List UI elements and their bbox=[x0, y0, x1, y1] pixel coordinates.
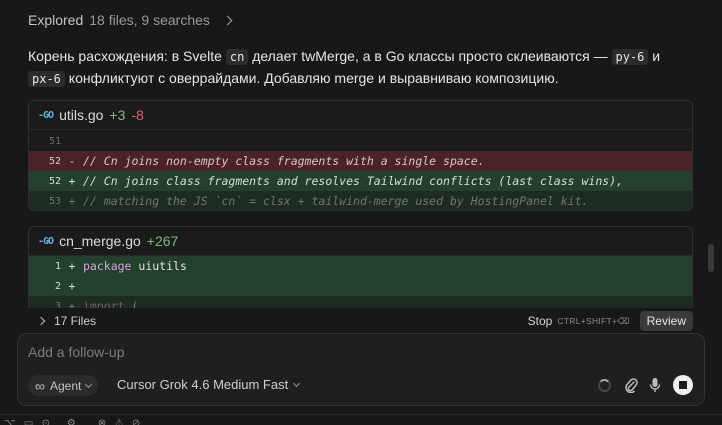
chevron-down-icon bbox=[293, 379, 301, 387]
message-text-2: делает twMerge, а в Go классы просто скл… bbox=[252, 48, 608, 64]
diff-filename: utils.go bbox=[59, 107, 104, 123]
message-text-3: и bbox=[652, 48, 661, 64]
line-number: 1 bbox=[54, 260, 61, 272]
diff-sign: + bbox=[68, 194, 76, 208]
line-number: 51 bbox=[48, 135, 61, 147]
stop-generation-button[interactable] bbox=[673, 375, 693, 395]
code-text: ( bbox=[131, 299, 139, 308]
code-text: // Cn joins class fragments and resolves… bbox=[83, 174, 624, 188]
changed-files-bar: 17 Files Stop CTRL+SHIFT+⌫ Review bbox=[28, 311, 693, 331]
diff-line-added: 52 + // Cn joins class fragments and res… bbox=[29, 171, 692, 191]
diff-line-added: 1 + package uiutils bbox=[29, 256, 692, 276]
inline-code-cn: cn bbox=[225, 49, 249, 65]
stop-label: Stop bbox=[527, 314, 553, 328]
code-text: // Cn joins non-empty class fragments wi… bbox=[83, 154, 485, 168]
diff-sign: - bbox=[68, 154, 76, 168]
line-number: 53 bbox=[48, 195, 61, 207]
agent-mode-selector[interactable]: ∞ Agent bbox=[28, 375, 99, 396]
inline-code-px6: px-6 bbox=[28, 71, 65, 87]
message-text-4: конфликтуют с оверрайдами. Добавляю merg… bbox=[68, 70, 559, 86]
microphone-icon[interactable] bbox=[645, 375, 665, 395]
message-text-1: Корень расхождения: в Svelte bbox=[28, 48, 222, 64]
diff-filename: cn_merge.go bbox=[59, 233, 141, 249]
status-bar-clipped: ⌥ ▭ ⊙ ⚙ ⊗ ⚠ ⊘ bbox=[4, 418, 141, 425]
diff-added-count: +267 bbox=[146, 233, 179, 249]
line-number: 3 bbox=[54, 300, 61, 309]
diff-line-removed: 52 - // Cn joins non-empty class fragmen… bbox=[29, 151, 692, 171]
diff-line-added: 2 + bbox=[29, 276, 692, 296]
diff-removed-count: -8 bbox=[131, 107, 144, 123]
stop-square-icon bbox=[679, 381, 687, 389]
model-selector[interactable]: Cursor Grok 4.6 Medium Fast bbox=[117, 377, 301, 392]
scrollbar-thumb[interactable] bbox=[708, 244, 714, 272]
follow-up-input[interactable]: Add a follow-up bbox=[28, 344, 125, 360]
diff-line-added: 3 + import ( bbox=[29, 296, 692, 308]
diff-line: 51 bbox=[29, 131, 692, 151]
composer[interactable]: Add a follow-up ∞ Agent Cursor Grok 4.6 … bbox=[17, 333, 705, 406]
files-count[interactable]: 17 Files bbox=[54, 314, 96, 328]
line-number: 52 bbox=[48, 175, 61, 187]
explored-summary[interactable]: Explored 18 files, 9 searches bbox=[28, 12, 233, 28]
stop-shortcut: CTRL+SHIFT+⌫ bbox=[557, 315, 630, 326]
infinity-icon: ∞ bbox=[35, 377, 45, 394]
diff-sign: + bbox=[68, 299, 76, 308]
code-text: uiutils bbox=[138, 259, 187, 273]
diff-sign: + bbox=[68, 259, 76, 273]
code-keyword: package bbox=[83, 259, 132, 273]
diff-sign: + bbox=[68, 174, 76, 188]
chevron-down-icon bbox=[85, 380, 93, 388]
chevron-right-icon bbox=[222, 15, 233, 25]
chevron-right-icon[interactable] bbox=[36, 316, 46, 326]
diff-added-count: +3 bbox=[109, 107, 126, 123]
diff-sign: + bbox=[68, 279, 76, 293]
line-number: 52 bbox=[48, 155, 61, 167]
explored-detail: 18 files, 9 searches bbox=[89, 12, 210, 28]
go-file-icon: -GO bbox=[38, 109, 54, 121]
line-number: 2 bbox=[54, 280, 61, 292]
code-text: // matching the JS `cn` = clsx + tailwin… bbox=[83, 194, 589, 208]
diff-line-added: 53 + // matching the JS `cn` = clsx + ta… bbox=[29, 191, 692, 210]
loading-spinner-icon bbox=[598, 379, 611, 392]
diff-card-utils[interactable]: -GO utils.go +3 -8 51 52 - // Cn joins n… bbox=[28, 100, 693, 211]
go-file-icon: -GO bbox=[38, 235, 54, 247]
diff-header[interactable]: -GO cn_merge.go +267 bbox=[29, 227, 692, 256]
stop-button[interactable]: Stop CTRL+SHIFT+⌫ bbox=[528, 314, 630, 328]
inline-code-py6: py-6 bbox=[611, 49, 649, 65]
model-label: Cursor Grok 4.6 Medium Fast bbox=[117, 377, 289, 392]
code-keyword: import bbox=[83, 299, 125, 308]
assistant-message: Корень расхождения: в Svelte cn делает t… bbox=[28, 46, 688, 90]
attach-icon[interactable] bbox=[621, 375, 641, 395]
review-button[interactable]: Review bbox=[639, 311, 693, 331]
agent-label: Agent bbox=[49, 378, 82, 393]
diff-header[interactable]: -GO utils.go +3 -8 bbox=[29, 101, 692, 130]
explored-label: Explored bbox=[28, 12, 84, 28]
status-bar: ⌥ ▭ ⊙ ⚙ ⊗ ⚠ ⊘ bbox=[0, 414, 722, 425]
diff-card-cn-merge[interactable]: -GO cn_merge.go +267 1 + package uiutils… bbox=[28, 226, 693, 308]
